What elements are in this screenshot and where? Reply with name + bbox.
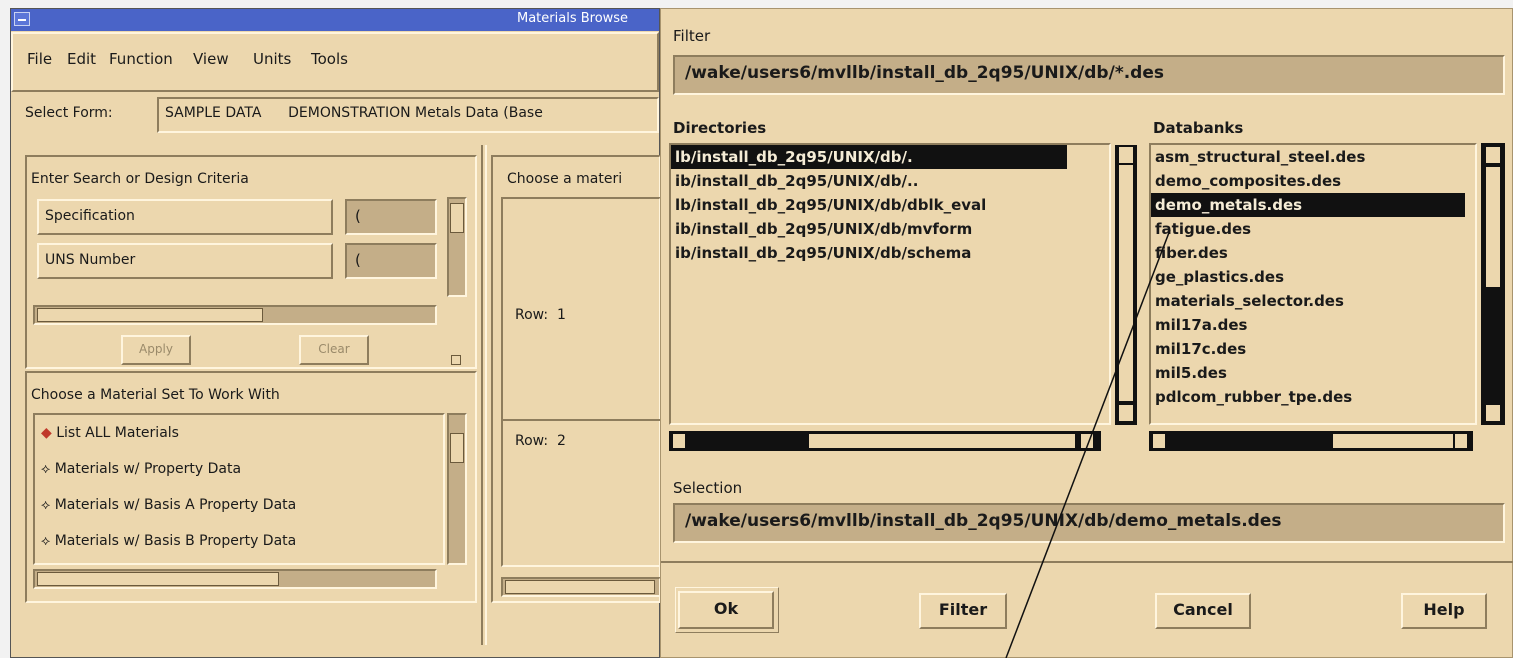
menu-file[interactable]: File bbox=[27, 50, 52, 68]
scroll-thumb[interactable] bbox=[450, 433, 464, 463]
option-basis-b[interactable]: ⟡ Materials w/ Basis B Property Data bbox=[41, 533, 296, 549]
directories-label: Directories bbox=[673, 119, 767, 137]
directories-list[interactable]: lb/install_db_2q95/UNIX/db/. ib/install_… bbox=[669, 143, 1137, 425]
material-results-area: Row: 1 Row: 2 bbox=[501, 197, 663, 567]
radio-unselected-icon: ⟡ bbox=[41, 497, 51, 513]
scroll-thumb[interactable] bbox=[1333, 434, 1453, 448]
directory-item[interactable]: ib/install_db_2q95/UNIX/db/.. bbox=[671, 169, 1109, 193]
scroll-right-arrow-icon[interactable] bbox=[1455, 434, 1467, 448]
pane-sash[interactable] bbox=[451, 355, 461, 365]
databank-item[interactable]: materials_selector.des bbox=[1151, 289, 1475, 313]
directory-item[interactable]: lb/install_db_2q95/UNIX/db/dblk_eval bbox=[671, 193, 1109, 217]
menu-function[interactable]: Function bbox=[109, 50, 173, 68]
uns-number-field[interactable]: ( bbox=[345, 243, 437, 279]
databanks-vertical-scrollbar[interactable] bbox=[1481, 143, 1505, 425]
materials-browser-window: Materials Browse File Edit Function View… bbox=[10, 8, 663, 658]
title-bar: Materials Browse bbox=[11, 9, 659, 31]
option-property-data[interactable]: ⟡ Materials w/ Property Data bbox=[41, 461, 241, 477]
radio-unselected-icon: ⟡ bbox=[41, 461, 51, 477]
menu-tools[interactable]: Tools bbox=[311, 50, 348, 68]
material-set-title: Choose a Material Set To Work With bbox=[31, 387, 280, 403]
scroll-thumb[interactable] bbox=[1119, 165, 1133, 401]
scroll-down-arrow-icon[interactable] bbox=[1119, 405, 1133, 421]
databank-item[interactable]: mil17a.des bbox=[1151, 313, 1475, 337]
filter-label: Filter bbox=[673, 27, 711, 45]
search-section-title: Enter Search or Design Criteria bbox=[31, 171, 249, 187]
results-horizontal-scrollbar[interactable] bbox=[501, 577, 661, 597]
directories-vertical-scrollbar[interactable] bbox=[1115, 145, 1137, 425]
databank-item[interactable]: asm_structural_steel.des bbox=[1151, 145, 1475, 169]
row-2-label: Row: 2 bbox=[515, 433, 566, 449]
criteria-vertical-scrollbar[interactable] bbox=[447, 197, 467, 297]
scroll-thumb[interactable] bbox=[37, 308, 263, 322]
databanks-list[interactable]: asm_structural_steel.des demo_composites… bbox=[1149, 143, 1477, 425]
vertical-divider[interactable] bbox=[481, 145, 487, 645]
material-vertical-scrollbar[interactable] bbox=[447, 413, 467, 565]
specification-button[interactable]: Specification bbox=[37, 199, 333, 235]
scroll-thumb[interactable] bbox=[505, 580, 655, 594]
window-title: Materials Browse bbox=[517, 11, 629, 26]
scroll-left-arrow-icon[interactable] bbox=[1153, 434, 1165, 448]
scroll-up-arrow-icon[interactable] bbox=[1119, 147, 1133, 163]
scroll-up-arrow-icon[interactable] bbox=[1486, 147, 1500, 163]
scroll-down-arrow-icon[interactable] bbox=[1486, 405, 1500, 421]
uns-number-button[interactable]: UNS Number bbox=[37, 243, 333, 279]
selection-input[interactable]: /wake/users6/mvllb/install_db_2q95/UNIX/… bbox=[673, 503, 1505, 543]
databank-item[interactable]: ge_plastics.des bbox=[1151, 265, 1475, 289]
ok-button-frame: Ok bbox=[675, 587, 779, 633]
scroll-thumb[interactable] bbox=[450, 203, 464, 233]
button-separator bbox=[661, 561, 1513, 563]
cancel-button[interactable]: Cancel bbox=[1155, 593, 1251, 629]
databank-item[interactable]: pdlcom_rubber_tpe.des bbox=[1151, 385, 1475, 409]
criteria-horizontal-scrollbar[interactable] bbox=[33, 305, 437, 325]
scroll-thumb[interactable] bbox=[37, 572, 279, 586]
directory-item[interactable]: lb/install_db_2q95/UNIX/db/. bbox=[671, 145, 1067, 169]
menu-edit[interactable]: Edit bbox=[67, 50, 96, 68]
selection-label: Selection bbox=[673, 479, 743, 497]
directory-item[interactable]: ib/install_db_2q95/UNIX/db/mvform bbox=[671, 217, 1109, 241]
window-menu-icon[interactable] bbox=[14, 12, 30, 26]
select-form-field[interactable]: SAMPLE DATA DEMONSTRATION Metals Data (B… bbox=[157, 97, 659, 133]
databanks-horizontal-scrollbar[interactable] bbox=[1149, 431, 1473, 451]
menu-units[interactable]: Units bbox=[253, 50, 291, 68]
apply-button[interactable]: Apply bbox=[121, 335, 191, 365]
material-chooser-panel: Choose a materi Row: 1 Row: 2 bbox=[491, 155, 663, 603]
databanks-label: Databanks bbox=[1153, 119, 1244, 137]
directories-horizontal-scrollbar[interactable] bbox=[669, 431, 1101, 451]
menu-bar: File Edit Function View Units Tools bbox=[11, 32, 659, 92]
directory-item[interactable]: ib/install_db_2q95/UNIX/db/schema bbox=[671, 241, 1109, 265]
material-set-panel: Choose a Material Set To Work With ◆ Lis… bbox=[25, 371, 477, 603]
databank-item-selected[interactable]: demo_metals.des bbox=[1151, 193, 1465, 217]
search-criteria-panel: Enter Search or Design Criteria Specific… bbox=[25, 155, 477, 369]
databank-item[interactable]: mil17c.des bbox=[1151, 337, 1475, 361]
scroll-left-arrow-icon[interactable] bbox=[673, 434, 685, 448]
material-horizontal-scrollbar[interactable] bbox=[33, 569, 437, 589]
scroll-thumb[interactable] bbox=[1486, 167, 1500, 287]
filter-input[interactable]: /wake/users6/mvllb/install_db_2q95/UNIX/… bbox=[673, 55, 1505, 95]
row-separator bbox=[503, 419, 663, 421]
specification-field[interactable]: ( bbox=[345, 199, 437, 235]
option-basis-a[interactable]: ⟡ Materials w/ Basis A Property Data bbox=[41, 497, 296, 513]
row-1-label: Row: 1 bbox=[515, 307, 566, 323]
scroll-right-arrow-icon[interactable] bbox=[1081, 434, 1093, 448]
databank-item[interactable]: fatigue.des bbox=[1151, 217, 1475, 241]
material-options-list: ◆ List ALL Materials ⟡ Materials w/ Prop… bbox=[33, 413, 445, 565]
databank-item[interactable]: fiber.des bbox=[1151, 241, 1475, 265]
databank-item[interactable]: demo_composites.des bbox=[1151, 169, 1475, 193]
databank-item[interactable]: mil5.des bbox=[1151, 361, 1475, 385]
radio-selected-icon: ◆ bbox=[41, 425, 52, 441]
menu-view[interactable]: View bbox=[193, 50, 229, 68]
scroll-thumb[interactable] bbox=[809, 434, 1075, 448]
clear-button[interactable]: Clear bbox=[299, 335, 369, 365]
choose-material-title: Choose a materi bbox=[507, 171, 623, 187]
filter-button[interactable]: Filter bbox=[919, 593, 1007, 629]
file-selection-dialog: Filter /wake/users6/mvllb/install_db_2q9… bbox=[660, 8, 1513, 658]
ok-button[interactable]: Ok bbox=[678, 591, 774, 629]
option-list-all[interactable]: ◆ List ALL Materials bbox=[41, 425, 179, 441]
select-form-label: Select Form: bbox=[25, 105, 113, 121]
help-button[interactable]: Help bbox=[1401, 593, 1487, 629]
radio-unselected-icon: ⟡ bbox=[41, 533, 51, 549]
